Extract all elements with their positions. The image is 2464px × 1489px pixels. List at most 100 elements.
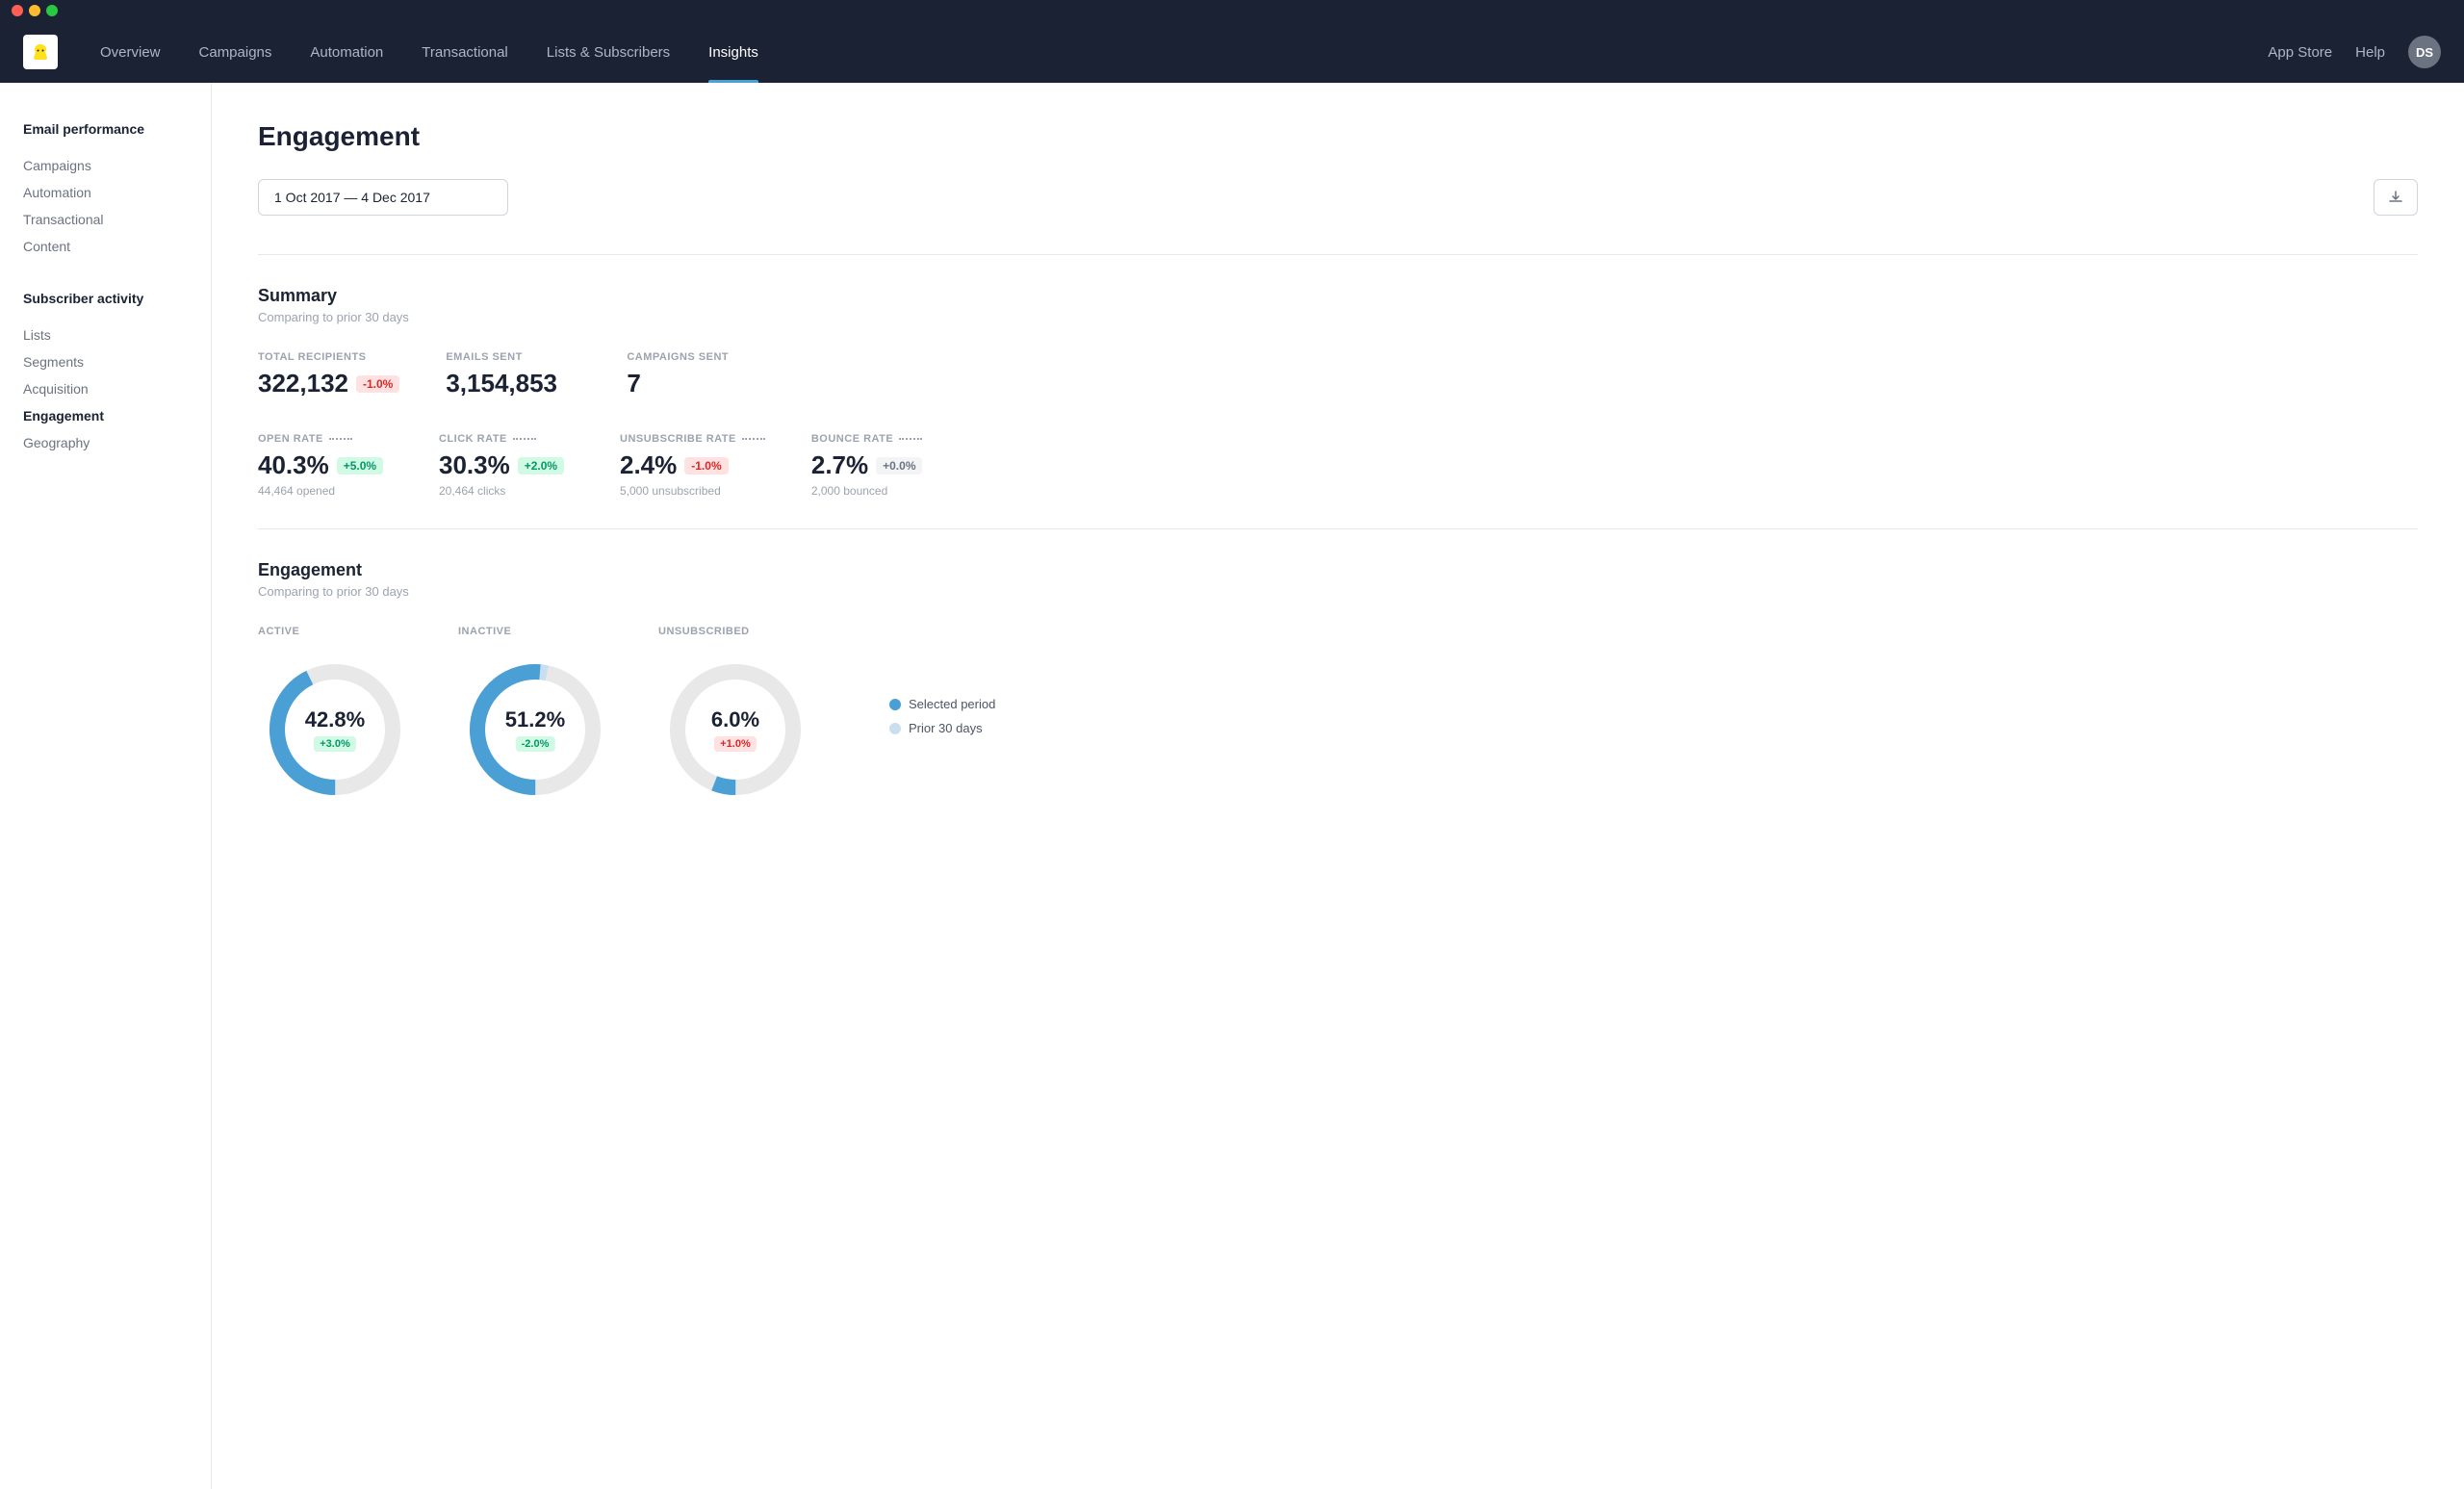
badge-click: +2.0% (518, 457, 564, 475)
divider-2 (258, 528, 2418, 529)
stat-value-open: 40.3% (258, 450, 329, 480)
stat-label-emails-sent: EMAILS SENT (446, 351, 580, 363)
legend-dot-selected (889, 699, 901, 710)
legend-selected: Selected period (889, 697, 995, 711)
stat-total-recipients: TOTAL RECIPIENTS 322,132 -1.0% (258, 351, 399, 402)
stat-label-bounce-rate: BOUNCE RATE (811, 433, 946, 445)
nav-help[interactable]: Help (2355, 44, 2385, 61)
stat-click-rate: CLICK RATE 30.3% +2.0% 20,464 clicks (439, 433, 574, 498)
stat-detail-click: 20,464 clicks (439, 484, 574, 498)
stat-value-click: 30.3% (439, 450, 510, 480)
stat-open-rate: OPEN RATE 40.3% +5.0% 44,464 opened (258, 433, 393, 498)
donut-center-unsub: 6.0% +1.0% (711, 707, 759, 752)
donut-badge-active: +3.0% (314, 736, 356, 752)
page-title: Engagement (258, 121, 2418, 152)
stat-emails-sent: EMAILS SENT 3,154,853 (446, 351, 580, 402)
donut-value-unsub: 6.0% (711, 707, 759, 732)
donut-center-active: 42.8% +3.0% (305, 707, 365, 752)
sidebar-item-segments[interactable]: Segments (23, 348, 188, 375)
stat-campaigns-sent: CAMPAIGNS SENT 7 (627, 351, 761, 402)
stat-label-unsub-rate: UNSUBSCRIBE RATE (620, 433, 765, 445)
stat-detail-bounce: 2,000 bounced (811, 484, 946, 498)
nav-item-automation[interactable]: Automation (291, 21, 402, 83)
stat-label-open-rate: OPEN RATE (258, 433, 393, 445)
maximize-dot (46, 5, 58, 16)
chart-unsubscribed: UNSUBSCRIBED 6.0% +1.0% (658, 626, 812, 807)
stat-value-row-open: 40.3% +5.0% (258, 450, 393, 480)
stat-value-row-campaigns: 7 (627, 369, 761, 398)
avatar[interactable]: DS (2408, 36, 2441, 68)
stat-label-total-recipients: TOTAL RECIPIENTS (258, 351, 399, 363)
sidebar-section-title-email: Email performance (23, 121, 188, 137)
badge-recipients: -1.0% (356, 375, 399, 393)
donut-badge-inactive: -2.0% (516, 736, 555, 752)
nav-item-campaigns[interactable]: Campaigns (180, 21, 292, 83)
chart-inactive: INACTIVE 51.2% -2.0% (458, 626, 612, 807)
navbar: Overview Campaigns Automation Transactio… (0, 21, 2464, 83)
stat-value-row-unsub: 2.4% -1.0% (620, 450, 765, 480)
chart-legend: Selected period Prior 30 days (889, 697, 995, 735)
sidebar-item-geography[interactable]: Geography (23, 429, 188, 456)
nav-app-store[interactable]: App Store (2268, 44, 2332, 61)
engagement-subtitle: Comparing to prior 30 days (258, 584, 2418, 599)
logo[interactable] (23, 35, 58, 69)
stat-detail-open: 44,464 opened (258, 484, 393, 498)
chart-label-inactive: INACTIVE (458, 626, 511, 637)
summary-title: Summary (258, 286, 2418, 306)
sidebar-item-transactional[interactable]: Transactional (23, 206, 188, 233)
titlebar (0, 0, 2464, 21)
donut-center-inactive: 51.2% -2.0% (505, 707, 565, 752)
stat-value-emails: 3,154,853 (446, 369, 557, 398)
summary-top-stats: TOTAL RECIPIENTS 322,132 -1.0% EMAILS SE… (258, 351, 2418, 402)
donut-active: 42.8% +3.0% (258, 653, 412, 807)
legend-prior: Prior 30 days (889, 721, 995, 735)
engagement-title: Engagement (258, 560, 2418, 580)
charts-row: ACTIVE 42.8% +3.0% (258, 626, 2418, 807)
download-button[interactable] (2374, 179, 2418, 216)
stat-value-recipients: 322,132 (258, 369, 348, 398)
sidebar-item-engagement[interactable]: Engagement (23, 402, 188, 429)
legend-label-selected: Selected period (909, 697, 995, 711)
sidebar-section-subscriber: Subscriber activity Lists Segments Acqui… (23, 291, 188, 456)
sidebar-item-lists[interactable]: Lists (23, 321, 188, 348)
donut-badge-unsub: +1.0% (714, 736, 757, 752)
sidebar-section-email-performance: Email performance Campaigns Automation T… (23, 121, 188, 260)
stat-label-campaigns-sent: CAMPAIGNS SENT (627, 351, 761, 363)
divider-1 (258, 254, 2418, 255)
minimize-dot (29, 5, 40, 16)
donut-unsub: 6.0% +1.0% (658, 653, 812, 807)
nav-item-lists[interactable]: Lists & Subscribers (527, 21, 689, 83)
stat-detail-unsub: 5,000 unsubscribed (620, 484, 765, 498)
download-icon (2388, 190, 2403, 205)
sidebar-section-title-subscriber: Subscriber activity (23, 291, 188, 306)
donut-value-inactive: 51.2% (505, 707, 565, 732)
stat-value-row-recipients: 322,132 -1.0% (258, 369, 399, 398)
chart-label-unsub: UNSUBSCRIBED (658, 626, 750, 637)
layout: Email performance Campaigns Automation T… (0, 83, 2464, 1489)
engagement-section: Engagement Comparing to prior 30 days AC… (258, 560, 2418, 807)
chart-active: ACTIVE 42.8% +3.0% (258, 626, 412, 807)
sidebar: Email performance Campaigns Automation T… (0, 83, 212, 1489)
sidebar-item-acquisition[interactable]: Acquisition (23, 375, 188, 402)
close-dot (12, 5, 23, 16)
legend-dot-prior (889, 723, 901, 734)
stat-bounce-rate: BOUNCE RATE 2.7% +0.0% 2,000 bounced (811, 433, 946, 498)
legend-label-prior: Prior 30 days (909, 721, 983, 735)
sidebar-item-content[interactable]: Content (23, 233, 188, 260)
stat-label-click-rate: CLICK RATE (439, 433, 574, 445)
sidebar-item-campaigns[interactable]: Campaigns (23, 152, 188, 179)
nav-right: App Store Help DS (2268, 36, 2441, 68)
nav-item-transactional[interactable]: Transactional (402, 21, 527, 83)
stat-unsubscribe-rate: UNSUBSCRIBE RATE 2.4% -1.0% 5,000 unsubs… (620, 433, 765, 498)
donut-value-active: 42.8% (305, 707, 365, 732)
nav-item-insights[interactable]: Insights (689, 21, 778, 83)
nav-item-overview[interactable]: Overview (81, 21, 180, 83)
donut-inactive: 51.2% -2.0% (458, 653, 612, 807)
badge-unsub: -1.0% (684, 457, 728, 475)
stat-value-row-emails: 3,154,853 (446, 369, 580, 398)
badge-open: +5.0% (337, 457, 383, 475)
stat-value-campaigns: 7 (627, 369, 640, 398)
nav-items: Overview Campaigns Automation Transactio… (81, 21, 2268, 83)
date-range-input[interactable]: 1 Oct 2017 — 4 Dec 2017 (258, 179, 508, 216)
sidebar-item-automation[interactable]: Automation (23, 179, 188, 206)
